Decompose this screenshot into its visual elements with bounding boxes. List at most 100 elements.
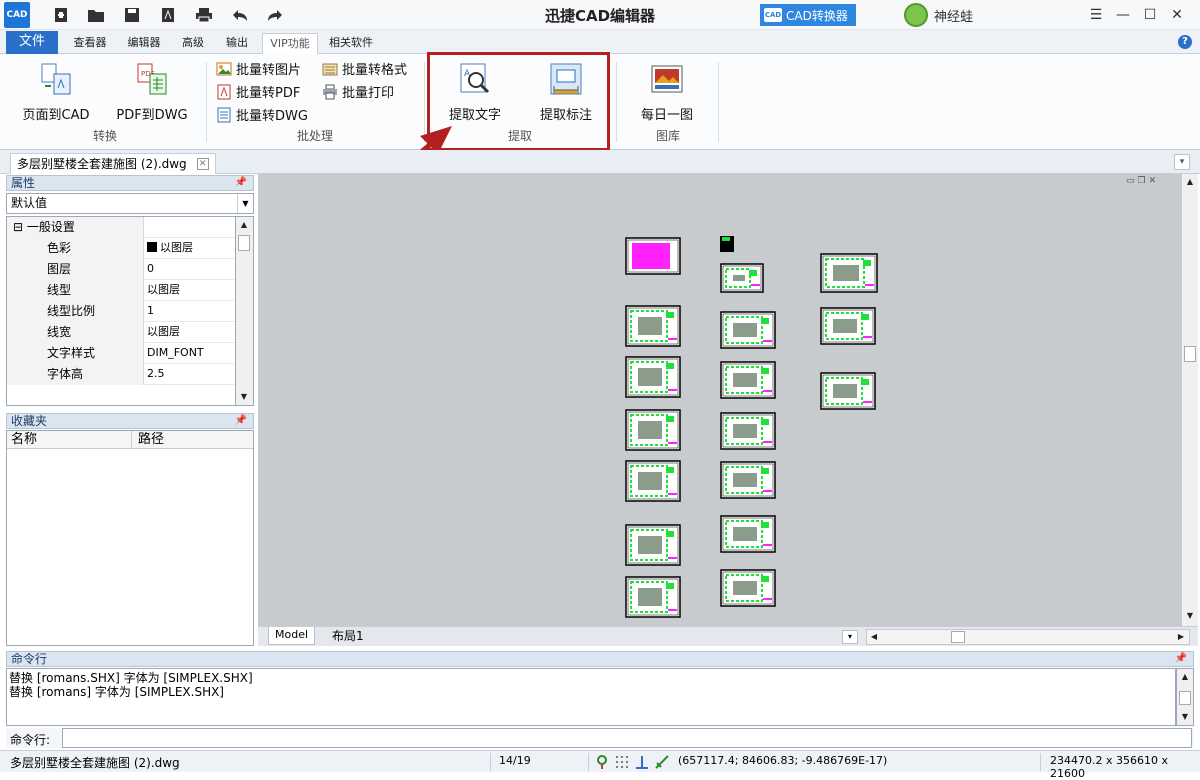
tab-output[interactable]: 输出 (218, 33, 256, 54)
drawing-sheet[interactable] (820, 253, 878, 293)
menu-icon[interactable]: ☰ (1083, 3, 1109, 27)
scroll-down-icon[interactable]: ▼ (1179, 711, 1191, 723)
undo-icon[interactable] (229, 4, 251, 26)
property-value[interactable]: 1 (145, 301, 235, 322)
drawing-sheet[interactable] (720, 515, 776, 553)
pdf-to-dwg-button[interactable]: PDF PDF到DWG (112, 62, 192, 123)
drawing-canvas[interactable] (258, 174, 1182, 626)
canvas-vertical-scrollbar[interactable]: ▲ ▼ (1182, 174, 1198, 626)
cad-converter-button[interactable]: CAD CAD转换器 (760, 4, 856, 26)
collapse-icon[interactable]: ⊟ (13, 220, 23, 234)
pdf-icon[interactable] (157, 4, 179, 26)
pin-icon[interactable]: 📌 (235, 176, 247, 190)
tab-related-software[interactable]: 相关软件 (322, 33, 380, 54)
tab-model[interactable]: Model (268, 627, 316, 645)
scroll-thumb[interactable] (1179, 691, 1191, 705)
property-row[interactable]: 图层 0 (7, 259, 235, 280)
canvas-restore-icon[interactable]: ❐ (1138, 176, 1146, 186)
property-row[interactable]: 线宽 以图层 (7, 322, 235, 343)
batch-to-dwg-button[interactable]: 批量转DWG (216, 105, 308, 124)
tab-vip[interactable]: VIP功能 (262, 33, 318, 54)
layout-dropdown-icon[interactable]: ▾ (842, 630, 858, 644)
app-logo[interactable]: CAD (4, 2, 30, 28)
ortho-icon[interactable] (634, 754, 650, 770)
scroll-thumb[interactable] (1184, 346, 1196, 362)
scroll-thumb[interactable] (238, 235, 250, 251)
canvas-horizontal-scrollbar[interactable]: ◀ ▶ (866, 629, 1190, 645)
help-icon[interactable]: ? (1178, 35, 1192, 49)
document-tab[interactable]: 多层别墅楼全套建施图 (2).dwg ✕ (10, 153, 216, 174)
property-row[interactable]: 文字样式 DIM_FONT (7, 343, 235, 364)
close-tab-icon[interactable]: ✕ (196, 158, 209, 170)
batch-to-image-button[interactable]: 批量转图片 (216, 59, 301, 78)
command-input[interactable] (62, 728, 1192, 748)
redo-icon[interactable] (264, 4, 286, 26)
page-to-cad-button[interactable]: 页面到CAD (18, 62, 94, 123)
maximize-icon[interactable]: ☐ (1137, 3, 1163, 27)
avatar[interactable] (904, 3, 928, 27)
chevron-down-icon[interactable]: ▼ (237, 194, 253, 213)
properties-scrollbar[interactable]: ▲ ▼ (236, 216, 254, 406)
scroll-up-icon[interactable]: ▲ (1184, 176, 1196, 188)
favorites-list[interactable]: 名称 路径 (6, 430, 254, 646)
grid-icon[interactable] (614, 754, 630, 770)
batch-to-pdf-button[interactable]: 批量转PDF (216, 82, 300, 101)
property-value[interactable]: 2.5 (145, 364, 235, 385)
canvas-close-icon[interactable]: ✕ (1149, 176, 1157, 186)
daily-image-button[interactable]: 每日一图 (632, 62, 702, 123)
pin-icon[interactable]: 📌 (1175, 652, 1187, 666)
column-header-name[interactable]: 名称 (11, 431, 131, 449)
property-value[interactable]: 0 (145, 259, 235, 280)
property-row[interactable]: 字体高 2.5 (7, 364, 235, 385)
user-area[interactable]: 神经蛙 (904, 3, 973, 27)
drawing-sheet[interactable] (625, 305, 681, 347)
open-folder-icon[interactable] (85, 4, 107, 26)
drawing-sheet[interactable] (820, 307, 876, 345)
new-file-icon[interactable] (50, 4, 72, 26)
property-row[interactable]: 线型 以图层 (7, 280, 235, 301)
print-icon[interactable] (193, 4, 215, 26)
property-category-row[interactable]: ⊟ 一般设置 (7, 217, 235, 238)
snap-icon[interactable] (594, 754, 610, 770)
polar-icon[interactable] (654, 754, 670, 770)
tab-list-dropdown-icon[interactable]: ▾ (1174, 154, 1190, 170)
tab-viewer[interactable]: 查看器 (64, 33, 116, 54)
tab-editor[interactable]: 编辑器 (120, 33, 168, 54)
column-header-path[interactable]: 路径 (131, 431, 253, 449)
canvas-minimize-icon[interactable]: ▭ (1126, 176, 1135, 186)
property-value[interactable]: DIM_FONT (145, 343, 235, 364)
drawing-sheet[interactable] (720, 263, 764, 293)
property-value[interactable]: 以图层 (145, 280, 235, 301)
property-value[interactable]: 以图层 (145, 238, 235, 259)
drawing-sheet[interactable] (625, 460, 681, 502)
drawing-sheet[interactable] (625, 409, 681, 451)
scroll-right-icon[interactable]: ▶ (1175, 631, 1187, 643)
scroll-up-icon[interactable]: ▲ (1179, 671, 1191, 683)
drawing-sheet[interactable] (625, 576, 681, 618)
scroll-down-icon[interactable]: ▼ (1184, 610, 1196, 622)
drawing-sheet[interactable] (625, 524, 681, 566)
command-output-scrollbar[interactable]: ▲ ▼ (1176, 668, 1194, 726)
drawing-sheet[interactable] (625, 356, 681, 398)
drawing-sheet[interactable] (720, 361, 776, 399)
close-icon[interactable]: ✕ (1164, 3, 1190, 27)
batch-to-format-button[interactable]: 批量转格式 (322, 59, 407, 78)
scroll-thumb[interactable] (951, 631, 965, 643)
scroll-down-icon[interactable]: ▼ (238, 391, 250, 403)
save-icon[interactable] (121, 4, 143, 26)
scroll-left-icon[interactable]: ◀ (868, 631, 880, 643)
drawing-sheet[interactable] (720, 311, 776, 349)
tab-advanced[interactable]: 高级 (174, 33, 212, 54)
property-value[interactable]: 以图层 (145, 322, 235, 343)
batch-print-button[interactable]: 批量打印 (322, 82, 394, 101)
tab-file[interactable]: 文件 (6, 31, 58, 54)
drawing-sheet[interactable] (625, 237, 681, 275)
pin-icon[interactable]: 📌 (235, 414, 247, 428)
property-row[interactable]: 色彩 以图层 (7, 238, 235, 259)
tab-layout1[interactable]: 布局1 (328, 627, 368, 645)
property-row[interactable]: 线型比例 1 (7, 301, 235, 322)
drawing-sheet[interactable] (720, 412, 776, 450)
drawing-sheet[interactable] (820, 372, 876, 410)
user-name[interactable]: 神经蛙 (934, 6, 973, 25)
drawing-sheet[interactable] (720, 461, 776, 499)
